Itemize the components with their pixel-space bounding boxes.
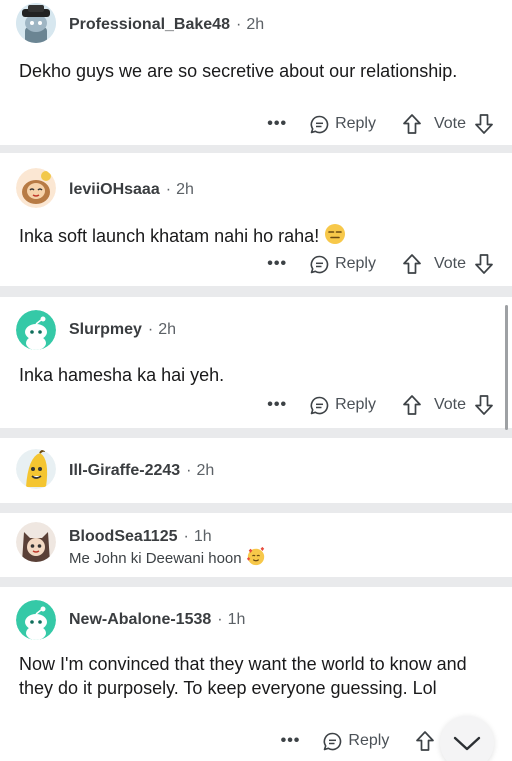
arrow-down-icon[interactable]	[474, 113, 494, 135]
smiling-face-with-hearts-emoji-icon	[246, 546, 264, 566]
separator: ·	[186, 462, 192, 479]
separator: ·	[235, 16, 242, 33]
chevron-down-icon	[453, 736, 481, 751]
comment-actions: ••• Reply Vote	[267, 251, 494, 277]
separator: ·	[165, 181, 172, 198]
snoo-avatar-icon	[16, 600, 56, 640]
comment-card-2: leviiOHsaaa · 2h Inka soft launch khatam n…	[0, 153, 512, 286]
vote-label: Vote	[433, 255, 466, 272]
snoo-avatar-icon	[16, 449, 56, 489]
snoo-avatar-icon	[16, 310, 56, 350]
vote-label: Vote	[433, 115, 466, 132]
comment-text: Dekho guys we are so secretive about our…	[19, 61, 458, 81]
comment-meta: Ill-Giraffe-2243 · 2h	[69, 461, 214, 481]
reply-button[interactable]: Reply	[309, 395, 376, 416]
reply-label: Reply	[335, 396, 376, 413]
user-avatar[interactable]	[16, 522, 56, 562]
username[interactable]: New-Abalone-1538	[69, 611, 211, 628]
comment-actions: ••• Reply Vote	[267, 111, 494, 137]
arrow-up-icon[interactable]	[402, 394, 422, 416]
separator: ·	[183, 528, 189, 545]
reply-button[interactable]: Reply	[309, 254, 376, 275]
arrow-down-icon[interactable]	[474, 253, 494, 275]
timestamp: 1h	[227, 611, 246, 628]
comment-text: Inka hamesha ka hai yeh.	[19, 365, 225, 385]
arrow-up-icon[interactable]	[402, 113, 422, 135]
reply-label: Reply	[348, 732, 390, 749]
vote-controls: Vote	[402, 394, 494, 416]
comment-meta: New-Abalone-1538 · 1h	[69, 610, 245, 630]
username[interactable]: leviiOHsaaa	[69, 181, 160, 198]
timestamp: 2h	[176, 181, 194, 198]
arrow-down-icon[interactable]	[474, 394, 494, 416]
snoo-avatar-icon	[16, 168, 56, 208]
scrollbar[interactable]	[505, 305, 508, 430]
user-avatar[interactable]	[16, 310, 56, 350]
more-options-button[interactable]: •••	[267, 392, 287, 418]
more-options-button[interactable]: •••	[267, 111, 287, 137]
separator: ·	[147, 321, 154, 338]
comment-bubble-icon	[323, 732, 342, 750]
snoo-avatar-icon	[16, 522, 56, 562]
user-avatar[interactable]	[16, 168, 56, 208]
username[interactable]: BloodSea1125	[69, 528, 178, 545]
reply-button[interactable]: Reply	[322, 731, 389, 752]
separator: ·	[217, 611, 223, 628]
collapse-thread-button[interactable]	[440, 716, 494, 761]
comment-text: Inka soft launch khatam nahi ho raha!	[19, 223, 495, 248]
comment-card-1: Professional_Bake48 · 2h Dekho guys we are…	[0, 0, 512, 145]
comment-text: Now I'm convinced that they want the wor…	[19, 654, 467, 698]
timestamp: 2h	[196, 462, 215, 479]
username[interactable]: Professional_Bake48	[69, 16, 230, 33]
arrow-up-icon[interactable]	[402, 253, 422, 275]
reply-label: Reply	[335, 115, 376, 132]
vote-controls: Vote	[402, 253, 494, 275]
comment-meta: Slurpmey · 2h	[69, 320, 176, 340]
comment-preview: Me John ki Deewani hoon	[69, 546, 266, 568]
comment-text-content: Inka soft launch khatam nahi ho raha!	[19, 226, 320, 246]
user-avatar[interactable]	[16, 449, 56, 489]
comment-actions: ••• Reply Vote	[267, 392, 494, 418]
snoo-avatar-icon	[16, 3, 56, 43]
comment-card-6: New-Abalone-1538 · 1h Now I'm convinced th…	[0, 587, 512, 761]
vote-controls: Vote	[402, 113, 494, 135]
reply-button[interactable]: Reply	[309, 114, 376, 135]
comment-bubble-icon	[310, 255, 329, 273]
timestamp: 1h	[193, 528, 212, 545]
arrow-up-icon[interactable]	[415, 730, 435, 752]
user-avatar[interactable]	[16, 3, 56, 43]
comment-card-4[interactable]: Ill-Giraffe-2243 · 2h	[0, 438, 512, 503]
vote-label: Vote	[433, 396, 466, 413]
comment-bubble-icon	[310, 115, 329, 133]
username[interactable]: Ill-Giraffe-2243	[69, 462, 180, 479]
reply-label: Reply	[335, 255, 376, 272]
comment-preview-text: Me John ki Deewani hoon	[69, 550, 242, 567]
more-options-button[interactable]: •••	[267, 251, 287, 277]
username[interactable]: Slurpmey	[69, 321, 142, 338]
timestamp: 2h	[246, 16, 265, 33]
comment-card-5[interactable]: BloodSea1125 · 1h Me John ki Deewani hoon	[0, 513, 512, 577]
comment-meta: Professional_Bake48 · 2h	[69, 15, 264, 35]
timestamp: 2h	[158, 321, 177, 338]
comment-meta: leviiOHsaaa · 2h	[69, 180, 194, 200]
comment-card-3: Slurpmey · 2h Inka hamesha ka hai yeh. •••…	[0, 297, 512, 428]
comment-bubble-icon	[310, 396, 329, 414]
expressionless-face-emoji-icon	[325, 224, 346, 244]
user-avatar[interactable]	[16, 600, 56, 640]
comment-meta: BloodSea1125 · 1h	[69, 527, 212, 547]
more-options-button[interactable]: •••	[281, 728, 301, 754]
